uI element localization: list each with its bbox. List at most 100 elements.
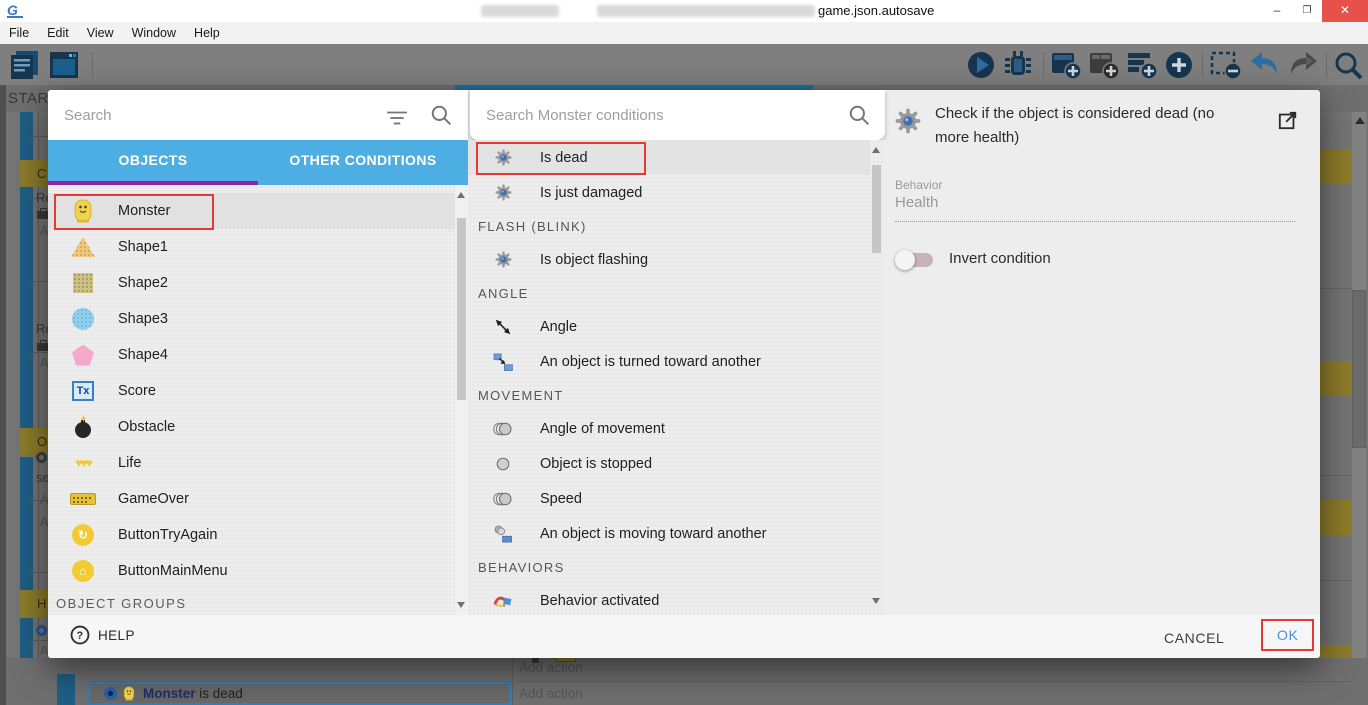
object-row-shape2[interactable]: Shape2 (48, 265, 468, 301)
object-row-shape4[interactable]: Shape4 (48, 337, 468, 373)
condition-search-input[interactable] (486, 102, 786, 128)
banner-icon (66, 493, 100, 505)
gdevelop-logo-icon: G (7, 2, 23, 18)
behavior-field-value[interactable]: Health (895, 194, 938, 211)
invert-condition-label: Invert condition (949, 250, 1051, 267)
search-icon[interactable] (430, 104, 452, 126)
event-object-name: Monster (143, 686, 196, 701)
selected-event-condition: Monster is dead (88, 682, 511, 705)
ok-button[interactable]: OK (1261, 619, 1314, 651)
object-row-obstacle[interactable]: Obstacle (48, 409, 468, 445)
text-object-icon: Tx (66, 381, 100, 401)
triangle-icon (66, 237, 100, 257)
object-label: Shape4 (118, 347, 168, 363)
object-label: Shape1 (118, 239, 168, 255)
object-search-input[interactable] (64, 102, 364, 128)
close-button[interactable]: ✕ (1322, 0, 1368, 22)
tab-other-conditions[interactable]: OTHER CONDITIONS (258, 140, 468, 185)
object-row-gameover[interactable]: GameOver (48, 481, 468, 517)
scroll-down-arrow[interactable] (457, 602, 465, 608)
scroll-up-arrow[interactable] (872, 147, 880, 153)
condition-row-object-is-stopped[interactable]: Object is stopped (468, 446, 885, 481)
event-separator (1320, 288, 1352, 289)
event-condition-text: Monster is dead (143, 686, 243, 701)
behavior-gear-icon (488, 184, 518, 201)
behavior-gear-icon (488, 149, 518, 166)
moving-circles-icon (488, 491, 518, 507)
cancel-button[interactable]: CANCEL (1156, 626, 1232, 650)
scroll-up-arrow[interactable] (457, 192, 465, 198)
field-underline (895, 221, 1295, 222)
condition-gear-icon (104, 687, 117, 700)
object-row-shape3[interactable]: Shape3 (48, 301, 468, 337)
object-row-score[interactable]: Tx Score (48, 373, 468, 409)
events-scrollbar-thumb[interactable] (1352, 290, 1366, 448)
condition-row-speed[interactable]: Speed (468, 481, 885, 516)
menu-window[interactable]: Window (123, 22, 185, 44)
condition-row-angle-of-movement[interactable]: Angle of movement (468, 411, 885, 446)
condition-row-is-object-flashing[interactable]: Is object flashing (468, 242, 885, 277)
condition-row-turned-toward[interactable]: An object is turned toward another (468, 344, 885, 379)
behavior-gear-icon (895, 108, 921, 139)
add-action-link: Add action (519, 660, 583, 675)
title-bar: G game.json.autosave – ❐ ✕ (0, 0, 1368, 22)
condition-row-angle[interactable]: Angle (468, 309, 885, 344)
menu-help[interactable]: Help (185, 22, 229, 44)
filter-icon[interactable] (386, 107, 408, 129)
object-row-buttonmainmenu[interactable]: ⌂ ButtonMainMenu (48, 553, 468, 589)
object-row-shape1[interactable]: Shape1 (48, 229, 468, 265)
comment-event-row (1320, 361, 1352, 396)
tree-tick (30, 640, 48, 641)
condition-list-scrollbar-thumb[interactable] (872, 165, 881, 253)
condition-row-is-dead[interactable]: Is dead (468, 140, 870, 175)
condition-label: Is just damaged (540, 185, 642, 201)
behavior-field-label: Behavior (895, 178, 942, 192)
comment-event-row: H (20, 590, 48, 617)
minimize-button[interactable]: – (1262, 0, 1292, 22)
home-button-icon: ⌂ (66, 560, 100, 582)
event-indent-bar (20, 187, 33, 428)
condition-label: Is object flashing (540, 252, 648, 268)
condition-gear-icon (36, 625, 47, 636)
scroll-up-arrow[interactable] (1355, 117, 1365, 124)
object-label: Shape3 (118, 311, 168, 327)
angle-arrow-icon (488, 318, 518, 336)
condition-section-angle: ANGLE (468, 277, 885, 309)
object-groups-header: OBJECT GROUPS (56, 596, 187, 611)
redacted-path-segment (597, 5, 815, 17)
condition-row-behavior-activated[interactable]: Behavior activated (468, 583, 885, 618)
redacted-title-segment (481, 5, 559, 17)
object-row-life[interactable]: ♥♥♥ Life (48, 445, 468, 481)
help-circle-icon: ? (70, 625, 90, 645)
briefcase-icon (37, 343, 48, 351)
tab-objects[interactable]: OBJECTS (48, 140, 258, 185)
square-icon (66, 273, 100, 293)
condition-details-panel: Check if the object is considered dead (… (885, 90, 1320, 615)
comment-event-row: C (20, 160, 48, 187)
moving-circles-icon (488, 421, 518, 437)
moving-toward-icon (488, 525, 518, 543)
condition-label: An object is turned toward another (540, 354, 761, 370)
menu-file[interactable]: File (0, 22, 38, 44)
search-icon[interactable] (848, 104, 870, 126)
window-edge (0, 85, 6, 705)
condition-search-bar (470, 90, 885, 140)
scroll-down-arrow[interactable] (872, 598, 880, 604)
object-tabs: OBJECTS OTHER CONDITIONS (48, 140, 468, 185)
menu-edit[interactable]: Edit (38, 22, 78, 44)
menu-view[interactable]: View (78, 22, 123, 44)
open-in-new-icon[interactable] (1278, 110, 1298, 130)
condition-gear-icon (36, 452, 47, 463)
invert-condition-toggle[interactable] (899, 253, 933, 267)
help-button[interactable]: ? HELP (70, 625, 135, 645)
object-label: Obstacle (118, 419, 175, 435)
restore-button[interactable]: ❐ (1292, 0, 1322, 22)
condition-list: Is dead Is just damaged FLASH (BLINK) Is… (468, 140, 885, 615)
tree-tick (30, 281, 48, 282)
object-row-buttontryagain[interactable]: ↻ ButtonTryAgain (48, 517, 468, 553)
object-list-scrollbar-thumb[interactable] (457, 218, 466, 400)
condition-row-moving-toward[interactable]: An object is moving toward another (468, 516, 885, 551)
behavior-gear-icon (488, 251, 518, 268)
object-row-monster[interactable]: Monster (48, 193, 455, 229)
condition-row-is-just-damaged[interactable]: Is just damaged (468, 175, 885, 210)
